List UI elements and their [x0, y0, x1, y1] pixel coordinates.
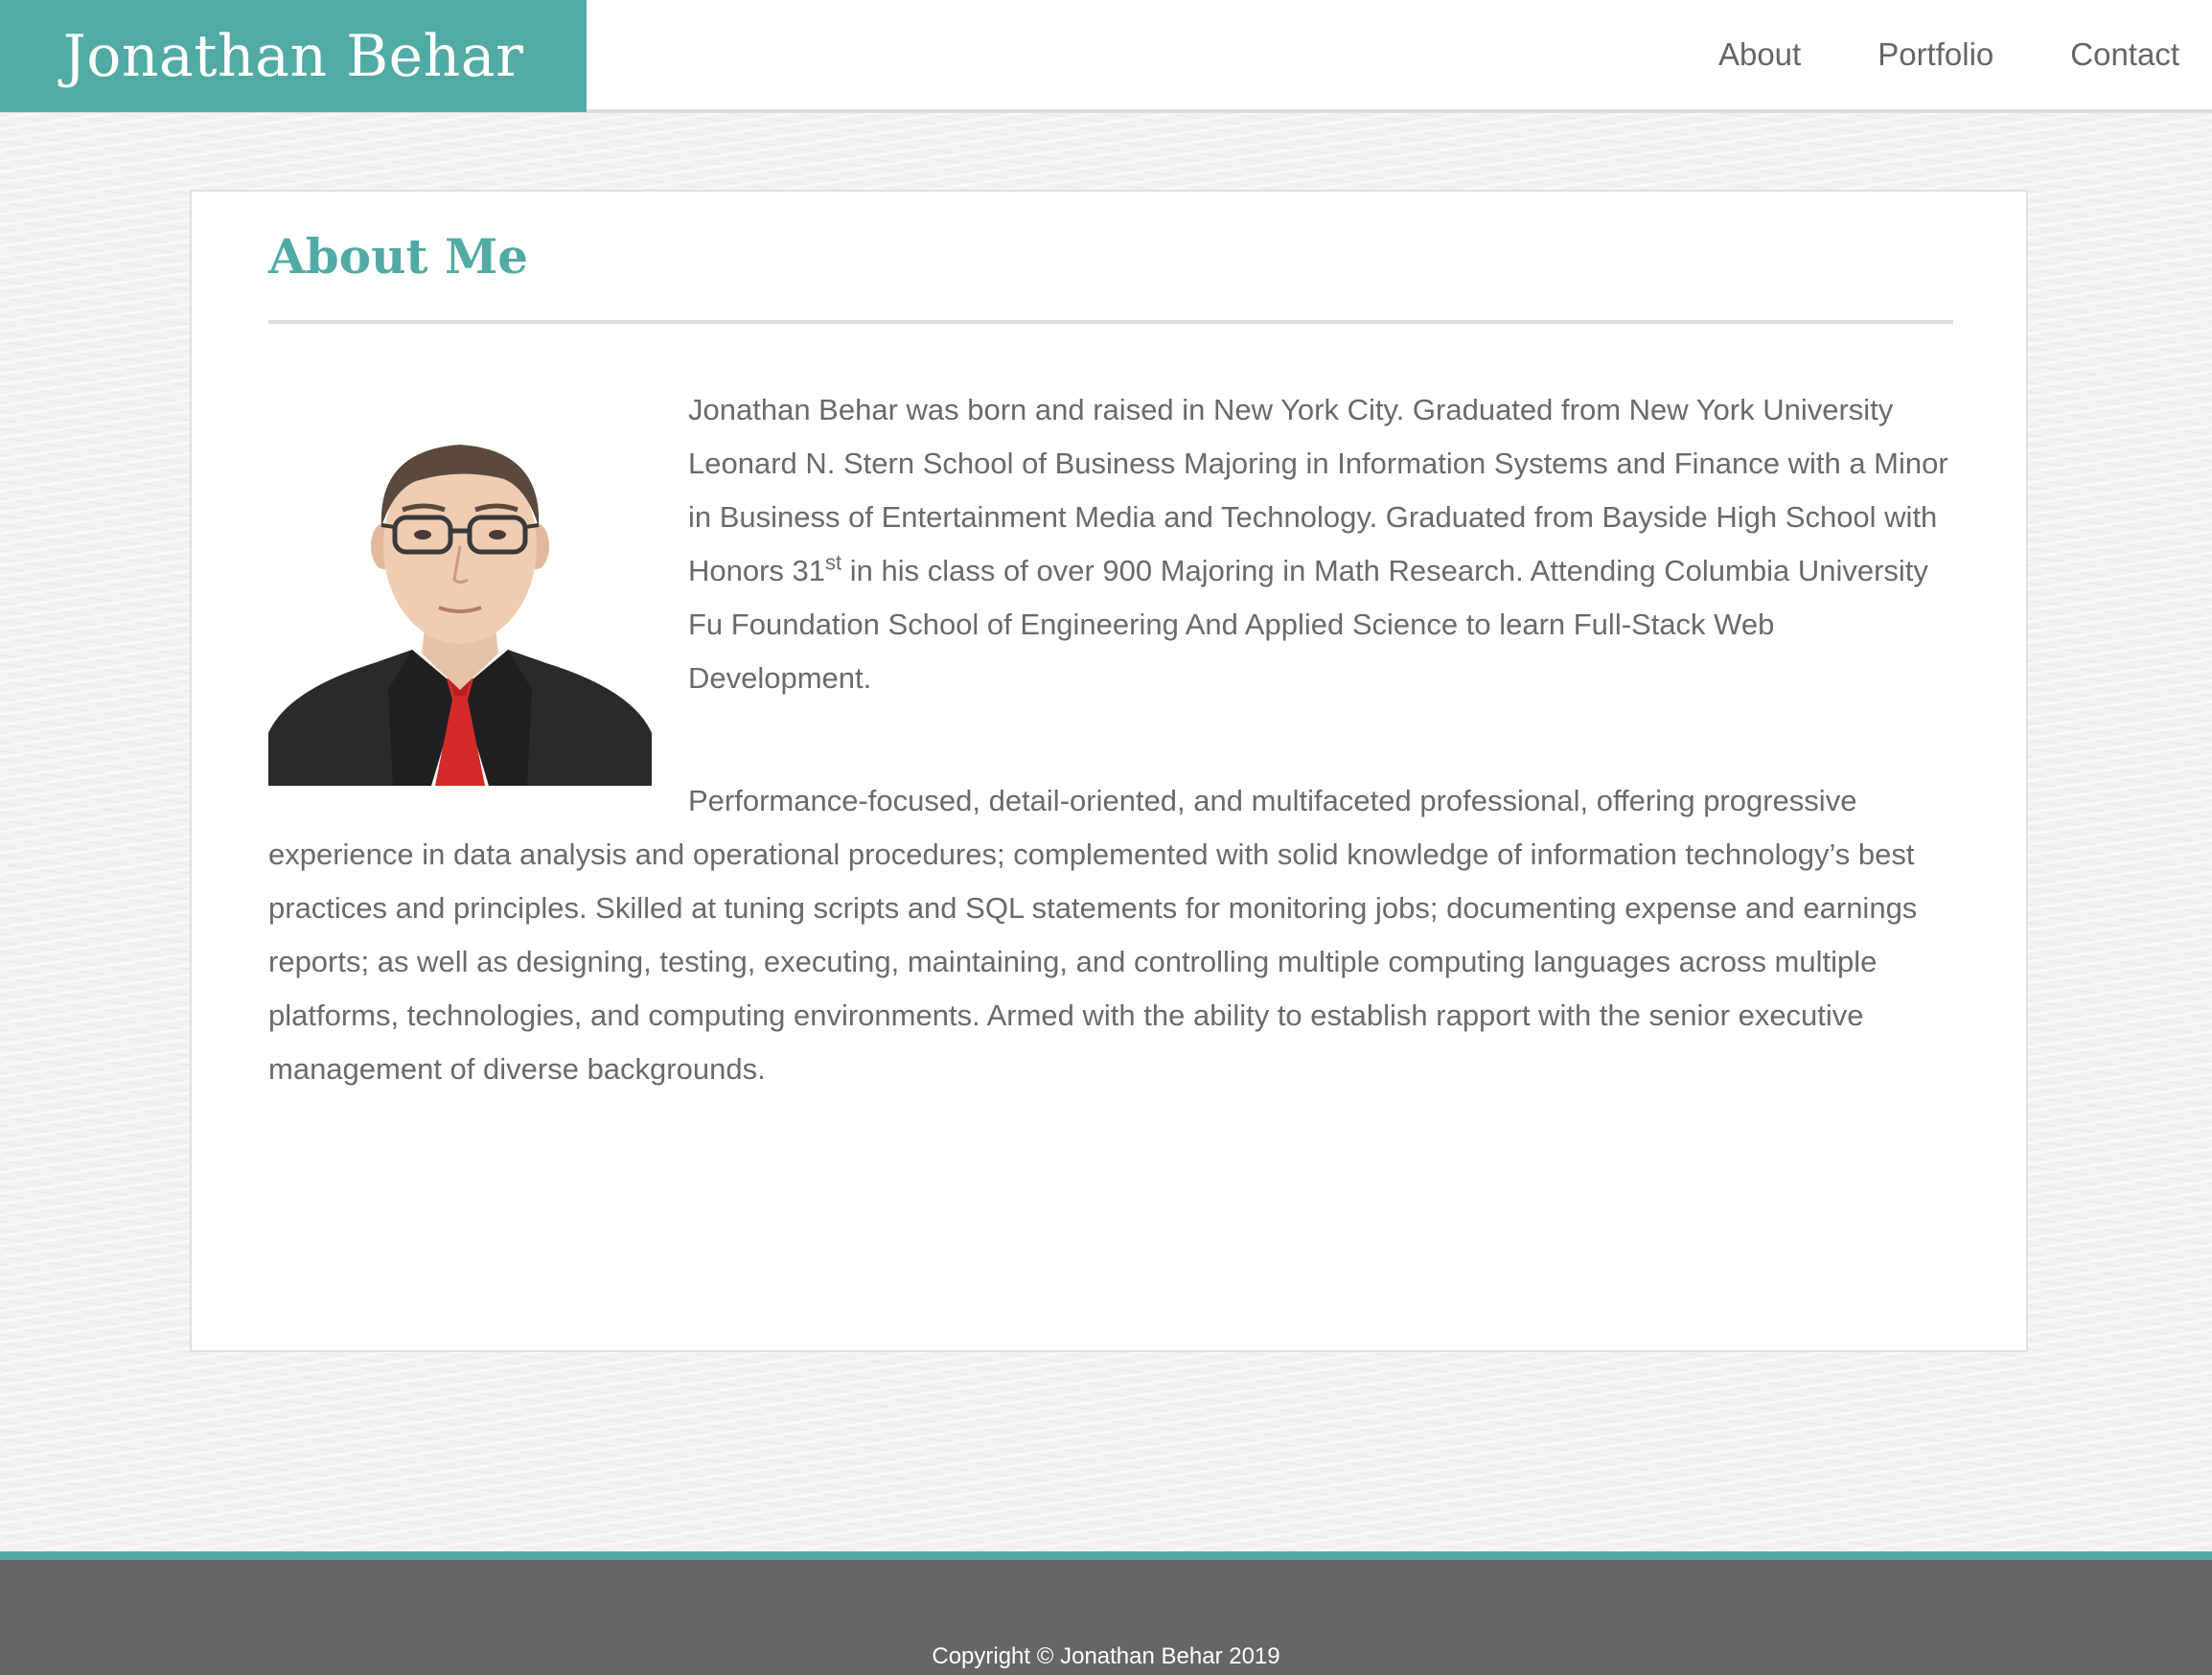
nav-link-portfolio[interactable]: Portfolio [1878, 36, 1993, 73]
nav-link-contact[interactable]: Contact [2070, 36, 2179, 73]
bio-paragraph-2: Performance-focused, detail-oriented, an… [268, 784, 1918, 1086]
ordinal-suffix: st [825, 550, 842, 575]
title-divider [268, 320, 1953, 324]
person-photo-icon [268, 402, 652, 786]
site-footer: Copyright © Jonathan Behar 2019 [0, 1551, 2212, 1675]
bio-text-1b: in his class of over 900 Majoring in Mat… [688, 554, 1928, 695]
site-header: Jonathan Behar About Portfolio Contact [0, 0, 2212, 113]
brand-block[interactable]: Jonathan Behar [0, 0, 587, 112]
nav-link-about[interactable]: About [1718, 36, 1801, 73]
copyright-text: Copyright © Jonathan Behar 2019 [932, 1643, 1280, 1669]
about-card: About Me Jonathan Behar was born and rai… [190, 190, 2028, 1352]
bio-section: Jonathan Behar was born and raised in Ne… [268, 383, 1953, 1096]
profile-photo [268, 402, 652, 786]
section-title: About Me [268, 228, 529, 285]
main-nav: About Portfolio Contact [1642, 0, 2179, 109]
site-title[interactable]: Jonathan Behar [63, 23, 524, 90]
